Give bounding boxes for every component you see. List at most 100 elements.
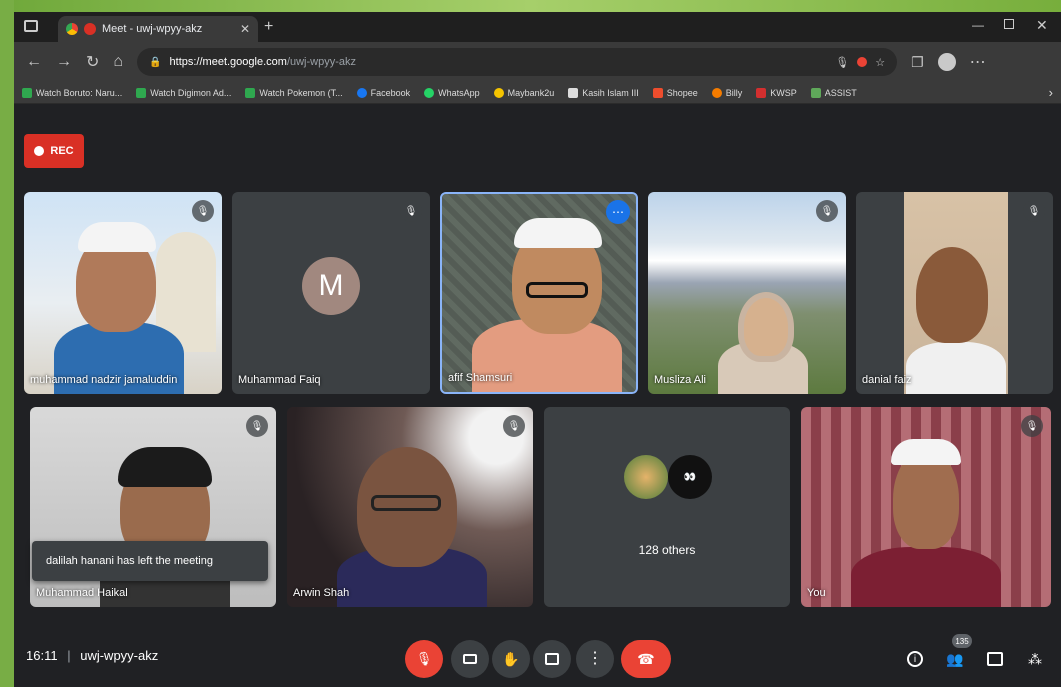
others-avatar [624, 455, 668, 499]
notification-toast: dalilah hanani has left the meeting [32, 541, 268, 581]
page-icon [568, 87, 579, 98]
participant-tile[interactable]: muhammad nadzir jamaluddin 🎙 [24, 192, 222, 394]
participant-tile-self[interactable]: You 🎙 [801, 407, 1051, 607]
bookmark-label: Kasih Islam III [582, 87, 639, 98]
address-toolbar: ← → ↻ ⌂ 🔒 https://meet.google.com/uwj-wp… [14, 42, 1061, 82]
participant-tile[interactable]: Musliza Ali 🎙 [648, 192, 846, 394]
bookmarks-bar: Watch Boruto: Naru... Watch Digimon Ad..… [14, 82, 1061, 104]
activities-button[interactable]: ⁂ [1022, 646, 1048, 672]
raise-hand-button[interactable]: ✋ [492, 640, 530, 678]
url-path: /uwj-wpyy-akz [286, 56, 357, 68]
rec-label: REC [50, 145, 74, 157]
maximize-icon[interactable] [1004, 19, 1014, 29]
chat-icon [987, 652, 1003, 666]
bookmark-label: WhatsApp [438, 87, 480, 98]
shopee-icon [652, 87, 663, 98]
participant-tile-others[interactable]: 👀 128 others [544, 407, 790, 607]
participant-tile[interactable]: afif Shamsuri ⋯ [440, 192, 638, 394]
back-icon[interactable]: ← [26, 53, 42, 71]
bookmark-item[interactable]: KWSP [756, 87, 797, 98]
more-options-icon[interactable]: ⋯ [606, 200, 630, 224]
person-head [738, 292, 794, 362]
info-icon: i [907, 651, 923, 667]
bookmark-icon [245, 87, 256, 98]
bookmark-item[interactable]: Watch Pokemon (T... [245, 87, 343, 98]
browser-window: Meet - uwj-wpyy-akz ✕ + — ✕ ← → ↻ ⌂ 🔒 ht… [14, 12, 1061, 687]
recording-badge[interactable]: REC [24, 134, 84, 168]
white-cap [891, 439, 961, 465]
person-head [916, 247, 988, 343]
participant-name: muhammad nadzir jamaluddin [30, 374, 178, 386]
forward-icon[interactable]: → [56, 53, 72, 71]
mic-off-icon: 🎙 [1023, 200, 1045, 222]
participant-tile[interactable]: danial faiz 🎙 [856, 192, 1053, 394]
bookmark-item[interactable]: ASSIST [810, 87, 857, 98]
minimize-icon[interactable]: — [972, 18, 984, 32]
participant-name: danial faiz [862, 374, 912, 386]
glasses [526, 282, 588, 298]
home-icon[interactable]: ⌂ [113, 53, 123, 71]
facebook-icon [356, 87, 367, 98]
more-options-button[interactable]: ⋮ [576, 640, 614, 678]
bookmark-item[interactable]: Shopee [652, 87, 698, 98]
hang-up-icon: ☎ [637, 650, 655, 667]
bookmark-item[interactable]: Billy [711, 87, 743, 98]
tab-actions-icon[interactable] [24, 20, 38, 32]
participant-name: Muhammad Faiq [238, 374, 321, 386]
participant-name: Arwin Shah [293, 587, 350, 599]
chat-button[interactable] [982, 646, 1008, 672]
participant-tile[interactable]: M Muhammad Faiq 🎙 [232, 192, 430, 394]
hand-icon: ✋ [502, 650, 520, 667]
camera-icon [463, 654, 477, 664]
bookmark-item[interactable]: Watch Boruto: Naru... [22, 87, 122, 98]
bookmark-item[interactable]: Maybank2u [493, 87, 554, 98]
white-cap [514, 218, 602, 248]
close-window-icon[interactable]: ✕ [1036, 17, 1048, 34]
tab-meet[interactable]: Meet - uwj-wpyy-akz ✕ [58, 16, 258, 42]
leave-call-button[interactable]: ☎ [621, 640, 671, 678]
bookmark-icon [136, 87, 147, 98]
bookmark-label: ASSIST [824, 87, 857, 98]
menu-icon[interactable]: ⋯ [970, 52, 986, 72]
maybank-icon [493, 87, 504, 98]
people-button[interactable]: 👥 135 [942, 634, 972, 672]
url-field[interactable]: 🔒 https://meet.google.com/uwj-wpyy-akz 🎙… [137, 48, 898, 76]
reload-icon[interactable]: ↻ [86, 52, 99, 72]
recording-indicator-icon[interactable] [857, 57, 868, 67]
bookmark-item[interactable]: Kasih Islam III [568, 87, 639, 98]
collections-icon[interactable]: ❐ [911, 54, 924, 71]
bookmark-star-icon[interactable]: ☆ [875, 56, 885, 69]
chrome-icon [66, 23, 78, 35]
lock-icon: 🔒 [149, 56, 162, 68]
bookmark-label: Billy [725, 87, 743, 98]
person-body [906, 342, 1006, 394]
bookmark-label: Watch Digimon Ad... [150, 87, 232, 98]
tab-bar: Meet - uwj-wpyy-akz ✕ + — ✕ [14, 12, 1061, 42]
present-screen-button[interactable] [533, 640, 571, 678]
bookmark-item[interactable]: Facebook [356, 87, 411, 98]
meeting-info: 16:11 | uwj-wpyy-akz [26, 648, 158, 663]
microphone-permission-icon[interactable]: 🎙 [835, 56, 849, 69]
mic-off-icon: 🎙 [246, 415, 268, 437]
meeting-controls-bar: 16:11 | uwj-wpyy-akz 🎙 ✋ ⋮ ☎ i 👥 135 ⁂ [14, 632, 1061, 687]
profile-avatar[interactable] [937, 53, 956, 71]
meet-record-icon [84, 23, 96, 35]
whatsapp-icon [424, 87, 435, 98]
toggle-mic-button[interactable]: 🎙 [405, 640, 443, 678]
chevron-right-icon[interactable]: › [1049, 85, 1053, 100]
record-dot-icon [34, 146, 45, 156]
bookmark-label: Facebook [370, 87, 411, 98]
participant-tile[interactable]: Arwin Shah 🎙 [287, 407, 533, 607]
activities-icon: ⁂ [1028, 650, 1042, 667]
bookmark-icon [22, 87, 32, 98]
url-host: https://meet.google.com [169, 56, 287, 68]
bookmark-item[interactable]: WhatsApp [424, 87, 480, 98]
mic-off-icon: 🎙 [503, 415, 525, 437]
meeting-details-button[interactable]: i [902, 646, 928, 672]
close-tab-icon[interactable]: ✕ [240, 22, 250, 36]
toggle-camera-button[interactable] [451, 640, 489, 678]
mic-off-icon: 🎙 [400, 200, 422, 222]
participant-name: afif Shamsuri [448, 372, 513, 384]
new-tab-icon[interactable]: + [264, 18, 273, 36]
bookmark-item[interactable]: Watch Digimon Ad... [136, 87, 232, 98]
